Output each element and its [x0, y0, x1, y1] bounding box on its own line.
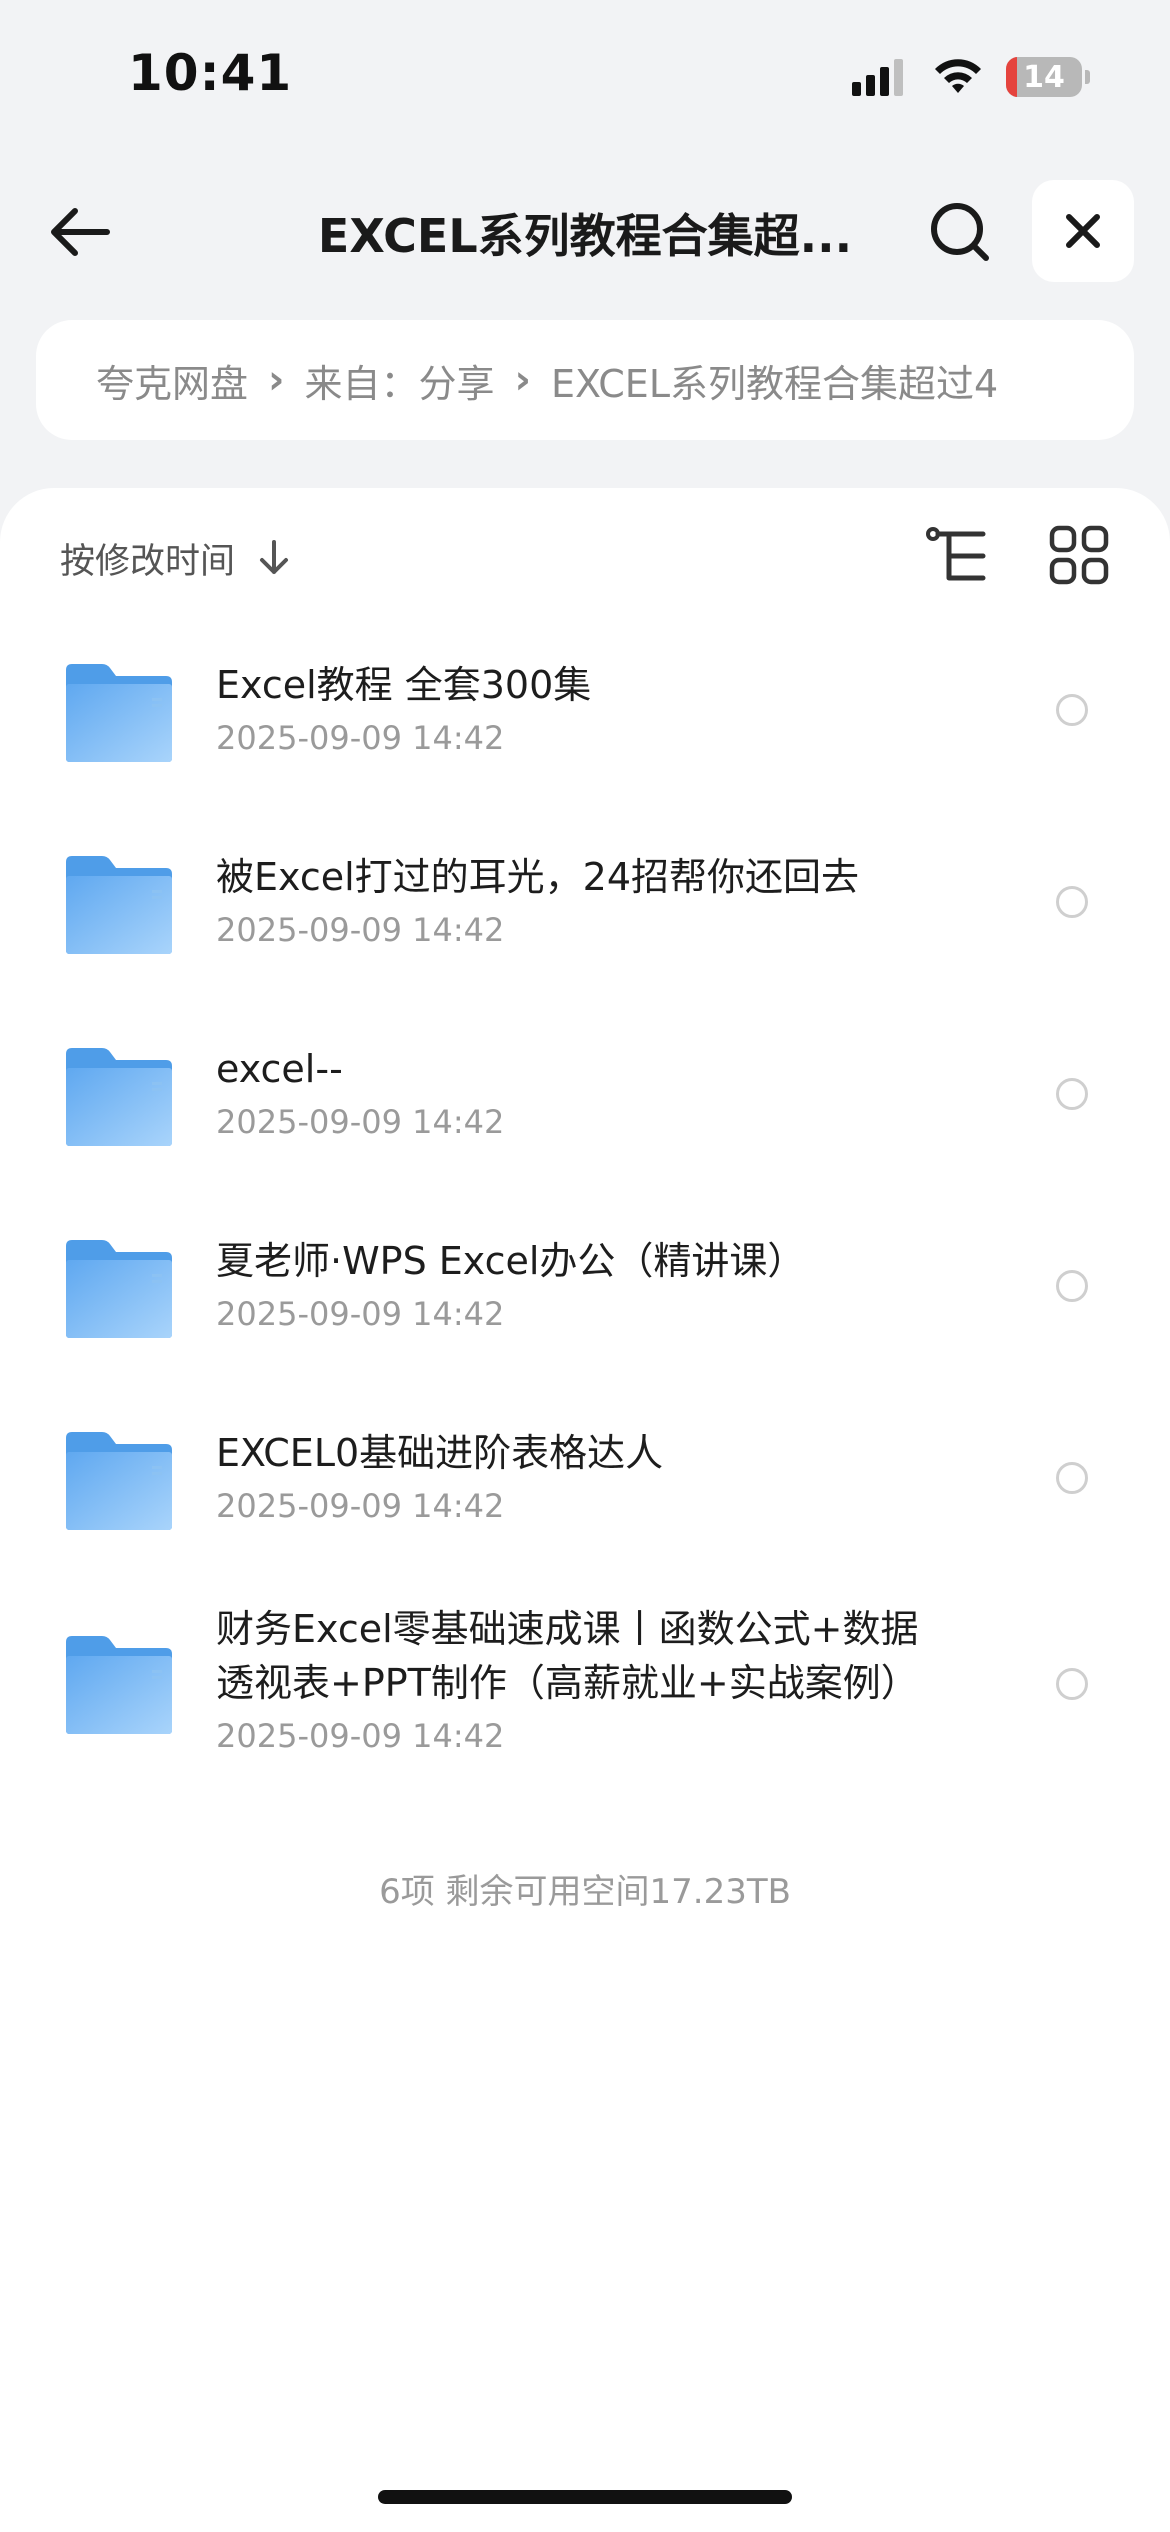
file-info: 财务Excel零基础速成课丨函数公式+数据透视表+PPT制作（高薪就业+实战案例…: [216, 1602, 956, 1758]
folder-icon: [66, 1432, 172, 1530]
select-radio[interactable]: [1056, 1270, 1088, 1302]
file-info: 被Excel打过的耳光，24招帮你还回去 2025-09-09 14:42: [216, 850, 956, 952]
list-item[interactable]: 财务Excel零基础速成课丨函数公式+数据透视表+PPT制作（高薪就业+实战案例…: [0, 1578, 1170, 1800]
signal-icon: [852, 58, 908, 96]
arrow-down-icon: [260, 540, 289, 574]
folder-icon: [66, 856, 172, 954]
select-radio[interactable]: [1056, 1668, 1088, 1700]
file-name: 夏老师·WPS Excel办公（精讲课）: [216, 1239, 806, 1283]
file-list: Excel教程 全套300集 2025-09-09 14:42 被Excel打过…: [0, 618, 1170, 1800]
file-date: 2025-09-09 14:42: [216, 1717, 505, 1755]
file-panel: 按修改时间 Excel教程 全套300集 2025-09-09 14:42 被E…: [0, 488, 1170, 2532]
breadcrumb-item-current[interactable]: EXCEL系列教程合集超过4: [551, 353, 998, 408]
breadcrumb: 夸克网盘 › 来自：分享 › EXCEL系列教程合集超过4: [36, 320, 1134, 440]
file-info: EXCEL0基础进阶表格达人 2025-09-09 14:42: [216, 1426, 956, 1528]
header: EXCEL系列教程合集超...: [0, 170, 1170, 290]
file-date: 2025-09-09 14:42: [216, 719, 505, 757]
home-indicator[interactable]: [378, 2490, 792, 2504]
select-radio[interactable]: [1056, 1462, 1088, 1494]
breadcrumb-item-share[interactable]: 来自：分享: [305, 353, 495, 408]
list-item[interactable]: excel-- 2025-09-09 14:42: [0, 1002, 1170, 1194]
list-item[interactable]: EXCEL0基础进阶表格达人 2025-09-09 14:42: [0, 1386, 1170, 1578]
battery-icon: 14: [1006, 57, 1082, 97]
battery-nub: [1085, 70, 1090, 84]
folder-icon: [66, 1636, 172, 1734]
storage-summary: 6项 剩余可用空间17.23TB: [379, 1872, 791, 1912]
list-item[interactable]: 夏老师·WPS Excel办公（精讲课） 2025-09-09 14:42: [0, 1194, 1170, 1386]
list-item[interactable]: Excel教程 全套300集 2025-09-09 14:42: [0, 618, 1170, 810]
battery-level: 14: [1023, 59, 1065, 95]
status-time: 10:41: [128, 44, 293, 102]
file-name: Excel教程 全套300集: [216, 663, 592, 707]
wifi-icon: [935, 59, 981, 93]
status-bar: 10:41 14: [0, 0, 1170, 150]
close-icon: [1066, 214, 1100, 248]
arrow-left-icon: [51, 208, 110, 256]
breadcrumb-item-root[interactable]: 夸克网盘: [96, 353, 248, 408]
file-name: 被Excel打过的耳光，24招帮你还回去: [216, 855, 860, 899]
close-button[interactable]: [1032, 180, 1134, 282]
list-item[interactable]: 被Excel打过的耳光，24招帮你还回去 2025-09-09 14:42: [0, 810, 1170, 1002]
battery-fill: [1006, 57, 1017, 97]
back-button[interactable]: [40, 192, 120, 272]
status-icons: 14: [852, 54, 1090, 100]
file-date: 2025-09-09 14:42: [216, 1295, 505, 1333]
grid-view-icon[interactable]: [1048, 524, 1110, 586]
file-name: excel--: [216, 1047, 343, 1091]
page-title: EXCEL系列教程合集超...: [317, 209, 853, 263]
sort-button[interactable]: 按修改时间: [60, 528, 291, 588]
select-radio[interactable]: [1056, 694, 1088, 726]
folder-icon: [66, 664, 172, 762]
breadcrumb-separator: ›: [514, 357, 531, 403]
search-icon: [931, 203, 989, 261]
file-date: 2025-09-09 14:42: [216, 1487, 505, 1525]
select-radio[interactable]: [1056, 1078, 1088, 1110]
screen: 10:41 14 EXCEL系列教程合集超... 夸克网盘 › 来自：分享 › …: [0, 0, 1170, 2532]
breadcrumb-separator: ›: [268, 357, 285, 403]
file-info: 夏老师·WPS Excel办公（精讲课） 2025-09-09 14:42: [216, 1234, 956, 1336]
file-info: Excel教程 全套300集 2025-09-09 14:42: [216, 658, 956, 760]
select-radio[interactable]: [1056, 886, 1088, 918]
folder-icon: [66, 1048, 172, 1146]
tree-view-icon[interactable]: [925, 526, 991, 586]
search-button[interactable]: [920, 192, 1000, 272]
sort-label: 按修改时间: [60, 541, 236, 582]
file-name: 财务Excel零基础速成课丨函数公式+数据透视表+PPT制作（高薪就业+实战案例…: [216, 1607, 919, 1705]
file-date: 2025-09-09 14:42: [216, 911, 505, 949]
file-info: excel-- 2025-09-09 14:42: [216, 1042, 956, 1144]
file-name: EXCEL0基础进阶表格达人: [216, 1431, 664, 1475]
file-date: 2025-09-09 14:42: [216, 1103, 505, 1141]
folder-icon: [66, 1240, 172, 1338]
